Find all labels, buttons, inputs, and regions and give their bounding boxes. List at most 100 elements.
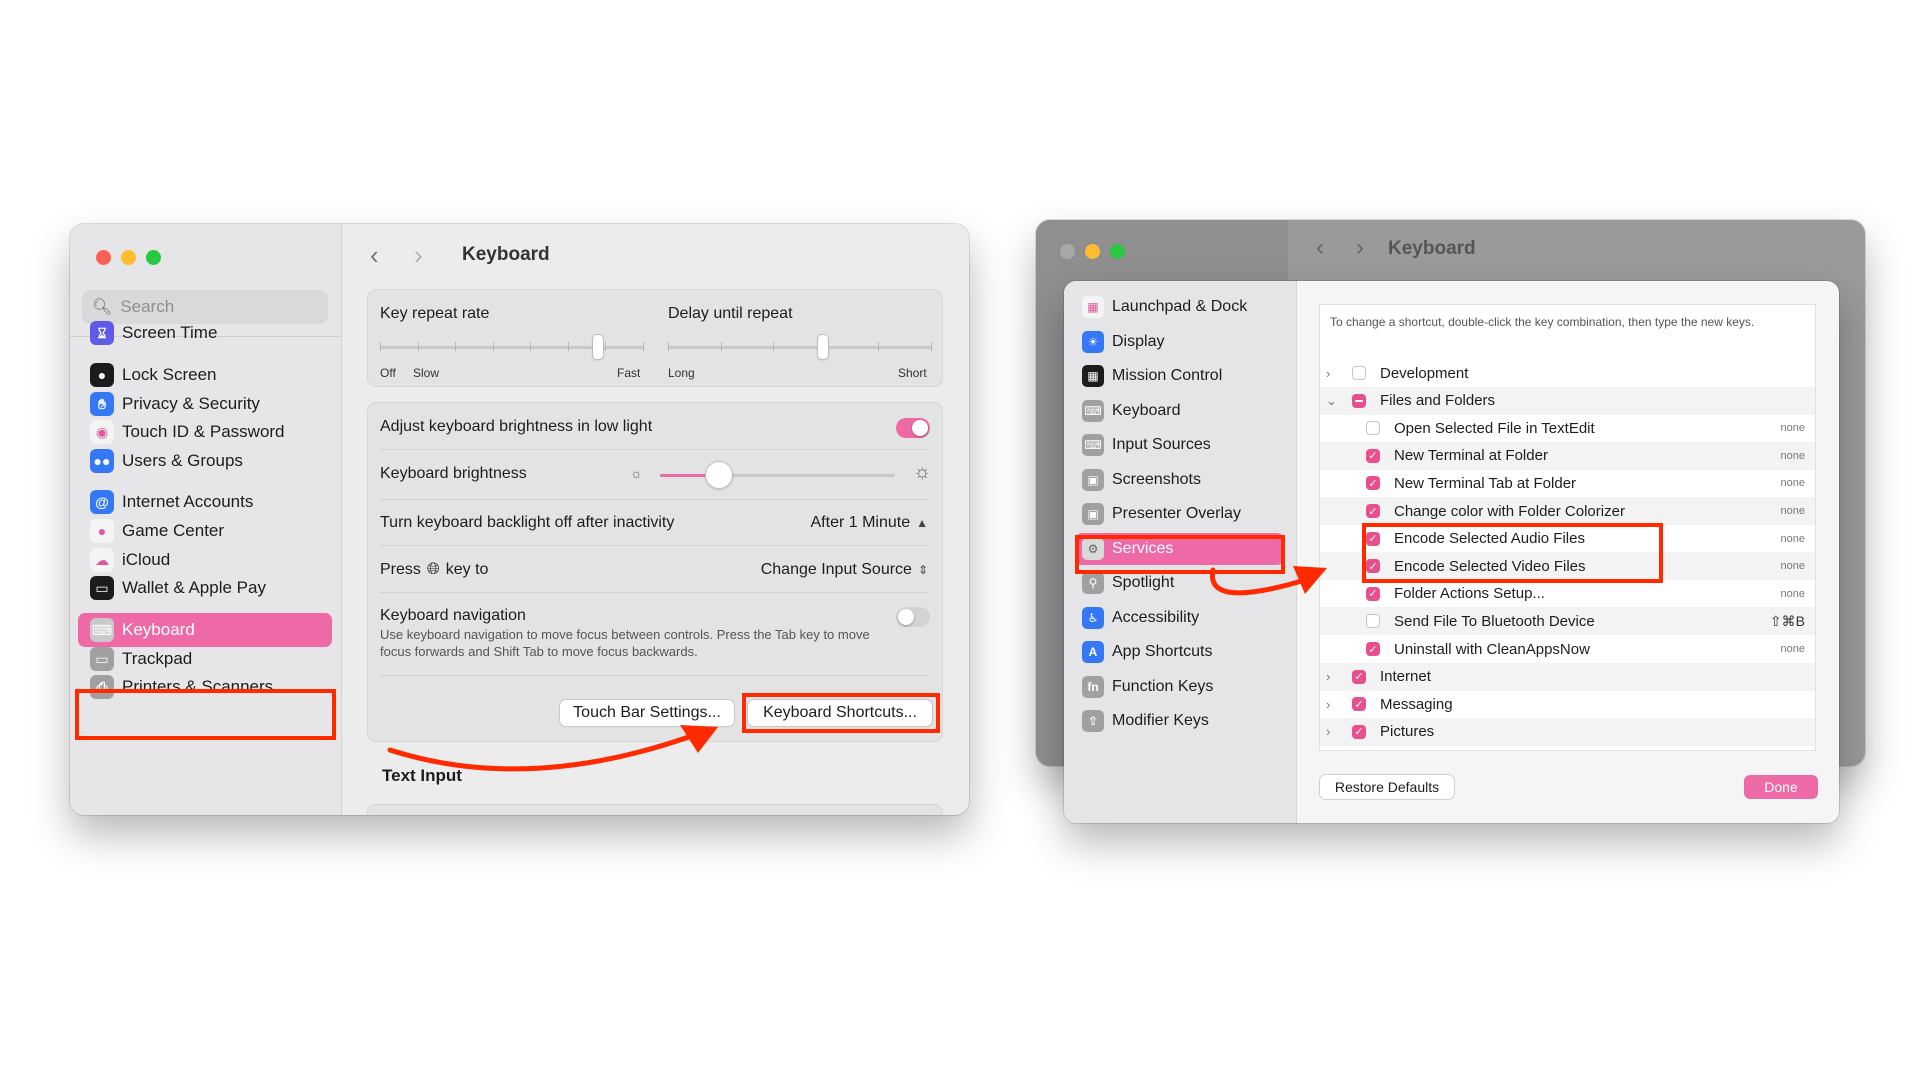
sheet-sidebar-item-keyboard[interactable]: ⌨︎ Keyboard [1076,395,1283,427]
sidebar-item-wallet-apple-pay[interactable]: ▭ Wallet & Apple Pay [78,571,332,605]
chevron-right-icon[interactable]: › [1326,366,1338,381]
services-row[interactable]: ✓ Uninstall with CleanAppsNow none [1320,635,1815,663]
services-row[interactable]: ⌄ Files and Folders [1320,386,1815,415]
highlight-box-keyboard-shortcuts [742,693,940,733]
sheet-sidebar-item-display[interactable]: ☀︎ Display [1076,326,1283,358]
minimize-window-button[interactable] [121,250,136,265]
fingerprint-icon: ◉ [90,420,114,444]
key-repeat-rate-slider[interactable] [380,346,643,349]
slider-label-off: Off [380,366,396,380]
sheet-sidebar-item-mission-control[interactable]: ▦ Mission Control [1076,360,1283,392]
service-checkbox[interactable] [1366,614,1380,629]
close-window-button[interactable] [1060,244,1075,259]
keyboard-navigation-label: Keyboard navigation [380,607,526,624]
zoom-window-button[interactable] [146,250,161,265]
game-center-icon: ● [90,519,114,543]
zoom-window-button[interactable] [1110,244,1125,259]
sidebar-item-label: Touch ID & Password [122,422,285,441]
service-shortcut[interactable]: none [1781,477,1805,489]
sheet-sidebar-item-modifier-keys[interactable]: ⇧ Modifier Keys [1076,705,1283,737]
sheet-sidebar-item-app-shortcuts[interactable]: A App Shortcuts [1076,636,1283,668]
sheet-sidebar-item-presenter-overlay[interactable]: ▣ Presenter Overlay [1076,498,1283,530]
service-shortcut[interactable]: none [1781,450,1805,462]
keyboard-icon: ⌨︎ [1082,399,1104,422]
sidebar-item-screen-time[interactable]: ⌛︎ Screen Time [78,316,332,350]
sheet-sidebar-item-function-keys[interactable]: fn Function Keys [1076,671,1283,703]
close-window-button[interactable] [96,250,111,265]
services-row[interactable]: Send File To Bluetooth Device ⇧⌘B [1320,607,1815,636]
adjust-brightness-toggle[interactable] [896,418,930,438]
modifier-icon: ⇧ [1082,710,1104,732]
services-row[interactable]: › Development [1320,359,1815,387]
slider-tick [492,342,494,351]
backlight-off-popup[interactable]: After 1 Minute ▲︎ [811,514,929,532]
sidebar-item-users-groups[interactable]: ●● Users & Groups [78,444,332,478]
service-checkbox[interactable] [1352,366,1366,380]
service-checkbox[interactable]: ✓ [1366,586,1380,601]
keyboard-brightness-knob[interactable] [705,462,732,488]
sheet-sidebar-item-launchpad-dock[interactable]: ▦ Launchpad & Dock [1076,291,1283,323]
forward-chevron-icon[interactable]: › [414,240,434,271]
sheet-sidebar-item-screenshots[interactable]: ▣ Screenshots [1076,464,1283,496]
services-row[interactable]: Open Selected File in TextEdit none [1320,414,1815,442]
service-shortcut[interactable]: none [1781,588,1805,600]
back-chevron-icon[interactable]: ‹ [370,240,390,271]
keyboard-navigation-toggle[interactable] [896,607,930,627]
restore-defaults-button[interactable]: Restore Defaults [1320,775,1454,799]
service-checkbox[interactable] [1366,421,1380,436]
service-checkbox[interactable]: ✓ [1366,448,1380,463]
slider-label-slow: Slow [413,366,440,380]
highlight-box-keyboard-item [75,689,336,740]
service-label: Uninstall with CleanAppsNow [1394,640,1590,658]
services-row[interactable]: ✓ New Terminal at Folder none [1320,441,1815,470]
done-button[interactable]: Done [1744,775,1818,799]
slider-tick [643,342,644,351]
chevron-right-icon[interactable]: › [1326,724,1338,739]
service-checkbox[interactable]: ✓ [1352,669,1366,684]
services-row[interactable]: ✓ Change color with Folder Colorizer none [1320,497,1815,525]
services-row[interactable]: ✓ Folder Actions Setup... none [1320,580,1815,608]
service-checkbox[interactable]: ✓ [1366,476,1380,491]
annotation-arrow-left [387,725,718,772]
services-row[interactable]: ✓ New Terminal Tab at Folder none [1320,469,1815,497]
service-shortcut[interactable]: ⇧⌘B [1770,613,1805,630]
at-icon: @ [90,490,114,514]
back-chevron-icon[interactable]: ‹ [1316,234,1324,262]
chevron-down-icon[interactable]: ⌄ [1326,393,1338,409]
service-shortcut[interactable]: none [1781,643,1805,655]
delay-until-repeat-knob[interactable] [818,335,828,359]
brightness-high-icon: ☼ [913,461,932,483]
key-repeat-rate-knob[interactable] [593,335,603,359]
service-checkbox[interactable] [1352,393,1366,408]
delay-until-repeat-slider[interactable] [668,346,931,349]
services-row[interactable]: › ✓ Pictures [1320,717,1815,746]
service-shortcut[interactable]: none [1781,422,1805,434]
forward-chevron-icon[interactable]: › [1356,234,1364,262]
service-label: Development [1380,364,1469,382]
minimize-window-button[interactable] [1085,244,1100,259]
service-label: New Terminal at Folder [1394,447,1548,465]
services-list: To change a shortcut, double-click the k… [1319,304,1816,751]
service-shortcut[interactable]: none [1781,560,1805,572]
service-checkbox[interactable]: ✓ [1352,697,1366,712]
service-shortcut[interactable]: none [1781,505,1805,517]
service-checkbox[interactable]: ✓ [1366,504,1380,518]
screenshot-icon: ▣ [1082,468,1104,491]
keyboard-icon: ⌨︎ [90,618,114,642]
adjust-brightness-label: Adjust keyboard brightness in low light [380,418,653,435]
press-globe-key-label: Press 🌐︎ key to [380,561,488,579]
keyboard-shortcuts-sheet: ▦ Launchpad & Dock ☀︎ Display ▦ Mission Contr… [1064,281,1839,823]
sidebar-item-label: Keyboard [122,620,195,639]
lock-icon: ● [90,363,114,387]
services-row[interactable]: › ✓ Messaging [1320,690,1815,718]
service-checkbox[interactable]: ✓ [1352,724,1366,739]
chevron-right-icon[interactable]: › [1326,697,1338,712]
service-checkbox[interactable]: ✓ [1366,642,1380,656]
services-row[interactable]: › ✓ Internet [1320,662,1815,691]
backlight-off-value: After 1 Minute [810,514,911,531]
press-globe-key-popup[interactable]: Change Input Source ⇕ [761,561,928,579]
popup-stepper-icon: ⇕ [917,563,928,577]
service-shortcut[interactable]: none [1781,533,1805,545]
sheet-sidebar-item-input-sources[interactable]: ⌨︎ Input Sources [1076,429,1283,461]
chevron-right-icon[interactable]: › [1326,669,1338,684]
